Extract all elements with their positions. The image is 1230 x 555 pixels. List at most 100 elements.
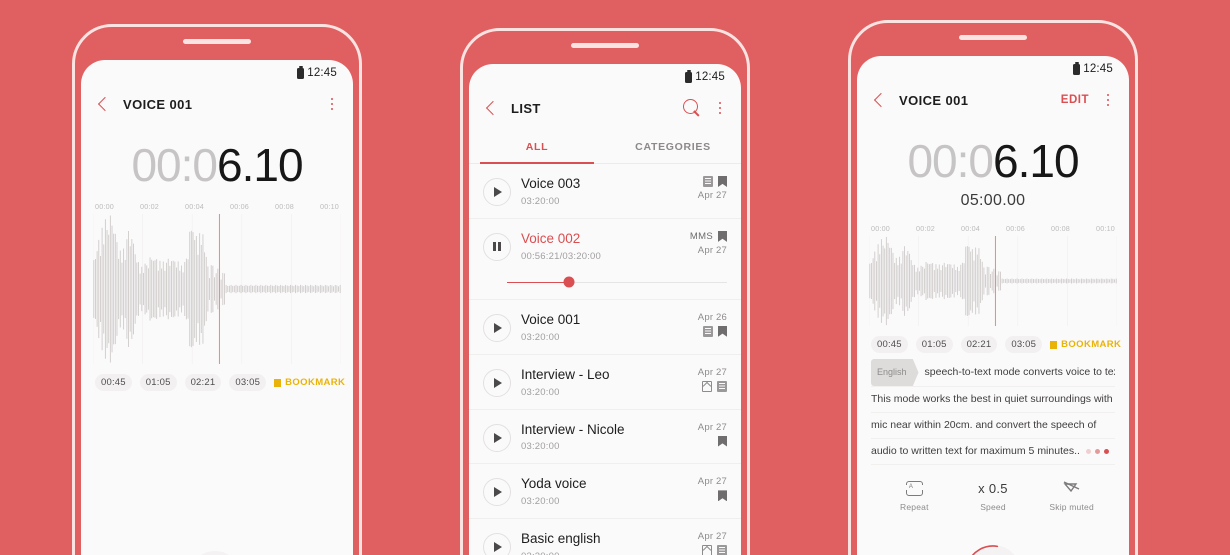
list-item[interactable]: Voice 002 00:56:21/03:20:00 MMS Apr 27 [469,219,741,264]
bookmark-chip[interactable]: 01:05 [139,374,177,391]
battery-icon [1073,61,1081,75]
list-item-duration: 03:20:00 [521,386,560,398]
list-item-title: Voice 003 [521,176,581,191]
list-item-icons [703,176,727,187]
list-item[interactable]: Voice 001 03:20:00 Apr 26 [469,300,741,355]
tick-label: 00:00 [871,224,890,233]
list-item-duration: 03:20:00 [521,551,688,555]
tick-label: 00:04 [961,224,980,233]
bookmark-button[interactable]: BOOKMARK [274,377,345,388]
tick-label: 00:04 [185,202,204,211]
bookmark-chip[interactable]: 02:21 [960,336,998,353]
tick-label: 00:06 [1006,224,1025,233]
speed-option[interactable]: x 0.5 Speed [961,479,1025,513]
skip-muted-icon [1040,479,1104,497]
battery-icon [297,65,305,79]
app-bar: LIST [469,86,741,130]
list-item[interactable]: Voice 003 03:20:00 Apr 27 [469,164,741,219]
status-bar: 12:45 [857,56,1129,78]
search-icon[interactable] [683,99,701,117]
bookmark-chip-row: 00:45 01:05 02:21 03:05 BOOKMARK [81,364,353,391]
page-title: VOICE 001 [123,96,193,112]
transcript-line: mic near within 20cm. and convert the sp… [871,413,1115,439]
skip-muted-option[interactable]: Skip muted [1040,479,1104,512]
list-item-main: Voice 001 03:20:00 [521,312,688,343]
waveform-area[interactable]: 00:00 00:02 00:04 00:06 00:08 00:10 [857,224,1129,326]
status-clock: 12:45 [695,71,725,83]
waveform-area[interactable]: 00:00 00:02 00:04 00:06 00:08 00:10 [81,202,353,364]
back-icon[interactable] [95,96,111,112]
play-button[interactable] [483,533,511,555]
list-item-main: Yoda voice 03:20:00 [521,476,688,507]
timer-dim-part: 00:0 [131,139,218,191]
tick-label: 00:02 [140,202,159,211]
seek-knob[interactable] [563,276,575,288]
transcript-line: This mode works the best in quiet surrou… [871,387,1115,413]
list-item-date: Apr 27 [697,531,727,543]
list-item-title: Voice 001 [521,311,581,327]
repeat-option[interactable]: Repeat [882,479,946,512]
list-item[interactable]: Yoda voice 03:20:00 Apr 27 [469,464,741,520]
tick-label: 00:08 [275,202,294,211]
pause-button[interactable] [483,232,511,261]
kebab-menu-icon[interactable] [1101,91,1115,109]
edit-button[interactable]: EDIT [1061,94,1089,106]
earpiece-speaker [959,35,1027,40]
earpiece-speaker [183,39,251,44]
status-bar: 12:45 [469,64,741,86]
status-clock: 12:45 [307,67,337,79]
tab-all[interactable]: ALL [469,130,605,164]
text-doc-icon [717,545,727,555]
poster-stage: 12:45 VOICE 001 00:06.10 00:00 00:02 00:… [0,0,1230,555]
waveform-canvas[interactable] [869,236,1117,326]
bookmark-label: BOOKMARK [285,377,346,388]
list-item[interactable]: Interview - Leo 03:20:00 Apr 27 [469,355,741,410]
language-tag[interactable]: English [871,359,919,386]
tick-label: 00:06 [230,202,249,211]
phone-1-screen: 12:45 VOICE 001 00:06.10 00:00 00:02 00:… [81,60,353,555]
kebab-menu-icon[interactable] [713,99,727,117]
play-button[interactable] [483,478,511,507]
active-item-seek-wrapper [469,276,741,300]
bookmark-chip[interactable]: 01:05 [915,336,953,353]
list-item[interactable]: Interview - Nicole 03:20:00 Apr 27 [469,410,741,465]
speed-value: x 0.5 [978,480,1008,496]
play-button[interactable] [483,368,511,397]
bookmark-chip[interactable]: 03:05 [229,374,267,391]
tick-label: 00:10 [1096,224,1115,233]
app-bar: VOICE 001 EDIT [857,78,1129,122]
list-item-icons [702,380,727,392]
list-item-meta: Apr 27 [698,367,727,392]
tick-label: 00:02 [916,224,935,233]
bookmark-chip[interactable]: 02:21 [184,374,222,391]
translate-icon [702,380,712,392]
seek-bar[interactable] [507,276,727,288]
playback-options: Repeat x 0.5 Speed Skip muted [857,465,1129,512]
app-bar: VOICE 001 [81,82,353,126]
list-item-main: Basic english 03:20:00 [521,531,688,555]
loading-dots-icon [1085,448,1109,454]
pause-button[interactable] [187,551,242,555]
pause-button[interactable] [965,545,1021,555]
bookmark-chip[interactable]: 03:05 [1005,336,1043,353]
back-icon[interactable] [871,92,887,108]
bookmark-chip[interactable]: 00:45 [871,336,908,353]
tab-categories[interactable]: CATEGORIES [605,130,741,163]
play-button[interactable] [483,313,511,342]
phone-frame-3: 12:45 VOICE 001 EDIT 00:06.10 05:00.00 0… [848,20,1138,555]
kebab-menu-icon[interactable] [325,95,339,113]
play-button[interactable] [483,178,511,206]
elapsed-time: 00:06.10 [81,142,353,188]
bookmark-chip-row: 00:45 01:05 02:21 03:05 BOOKMARK [857,326,1129,353]
page-title: VOICE 001 [899,92,969,108]
bookmark-icon [718,325,727,337]
play-button[interactable] [483,423,511,452]
phone-frame-1: 12:45 VOICE 001 00:06.10 00:00 00:02 00:… [72,24,362,555]
bookmark-button[interactable]: BOOKMARK [1050,339,1121,350]
list-item[interactable]: Basic english 03:20:00 Apr 27 [469,519,741,555]
timer-dim-part: 00:0 [907,135,994,187]
transcript-panel: English speech-to-text mode converts voic… [857,353,1129,465]
waveform-canvas[interactable] [93,214,341,364]
back-icon[interactable] [483,100,499,116]
bookmark-chip[interactable]: 00:45 [95,374,132,391]
